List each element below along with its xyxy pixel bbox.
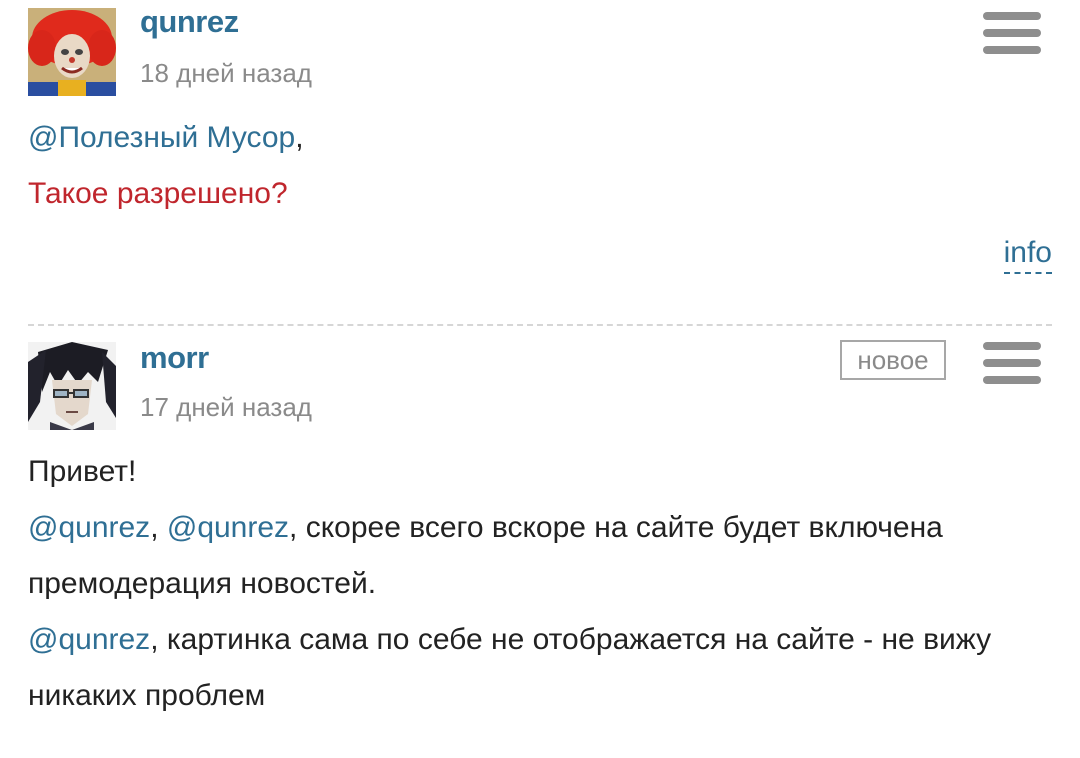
avatar[interactable] bbox=[28, 342, 116, 430]
hamburger-icon[interactable] bbox=[983, 12, 1041, 58]
comment-paragraph: @qunrez, @qunrez, скорее всего вскоре на… bbox=[28, 500, 1048, 612]
new-badge: новое bbox=[840, 340, 946, 380]
mention-suffix: , bbox=[295, 121, 304, 154]
comment-time: 17 дней назад bbox=[140, 392, 312, 422]
mention-link[interactable]: @qunrez bbox=[28, 623, 150, 656]
comment-body: Привет! @qunrez, @qunrez, скорее всего в… bbox=[28, 444, 1048, 724]
paragraph-text: , картинка сама по себе не отображается … bbox=[28, 623, 992, 712]
comment: qunrez 18 дней назад @Полезный Мусор, Та… bbox=[0, 0, 1080, 310]
mention-link[interactable]: @qunrez bbox=[28, 511, 150, 544]
hamburger-icon[interactable] bbox=[983, 342, 1041, 388]
comment-body: @Полезный Мусор, Такое разрешено? bbox=[28, 110, 1048, 222]
comment-greeting: Привет! bbox=[28, 455, 137, 488]
comment-divider bbox=[28, 324, 1052, 326]
mention-link[interactable]: @Полезный Мусор bbox=[28, 121, 295, 154]
comment-line: @Полезный Мусор, bbox=[28, 110, 1048, 166]
comment-question: Такое разрешено? bbox=[28, 177, 288, 210]
mention-separator: , bbox=[150, 511, 167, 544]
comment-time: 18 дней назад bbox=[140, 58, 312, 88]
info-link[interactable]: info bbox=[1003, 236, 1052, 274]
avatar[interactable] bbox=[28, 8, 116, 96]
username[interactable]: qunrez bbox=[140, 4, 239, 40]
comment: morr 17 дней назад новое Привет! @qunrez… bbox=[0, 330, 1080, 758]
mention-link[interactable]: @qunrez bbox=[167, 511, 289, 544]
comment-paragraph: @qunrez, картинка сама по себе не отобра… bbox=[28, 612, 1048, 724]
username[interactable]: morr bbox=[140, 340, 209, 376]
